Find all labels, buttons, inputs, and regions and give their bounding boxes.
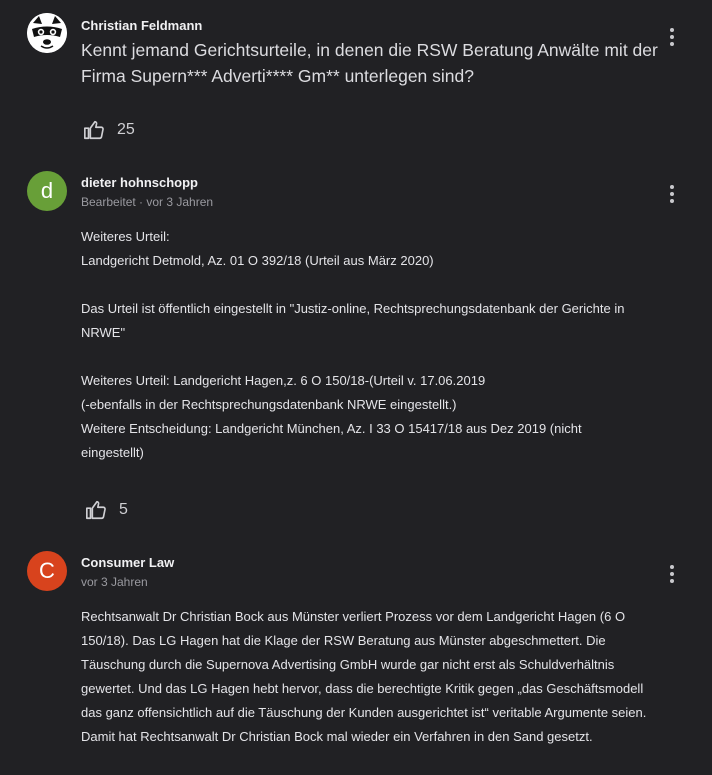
- raccoon-avatar-icon: [27, 13, 67, 53]
- avatar[interactable]: [27, 13, 67, 53]
- comment-line: Weiteres Urteil:: [81, 229, 170, 244]
- comment-line: (-ebenfalls in der Rechtsprechungsdatenb…: [81, 397, 457, 412]
- author-name[interactable]: Consumer Law: [81, 555, 174, 570]
- avatar[interactable]: C: [27, 551, 67, 591]
- like-button[interactable]: 25: [83, 119, 135, 141]
- like-count: 5: [119, 501, 128, 518]
- more-options-button[interactable]: [662, 562, 682, 586]
- comment-body: Rechtsanwalt Dr Christian Bock aus Münst…: [81, 609, 647, 744]
- thumbs-up-icon: [84, 120, 104, 140]
- avatar[interactable]: d: [27, 171, 67, 211]
- like-count: 25: [117, 121, 135, 138]
- more-options-button[interactable]: [662, 25, 682, 49]
- comment-line: Weiteres Urteil: Landgericht Hagen,z. 6 …: [81, 373, 486, 388]
- thumbs-up-icon: [86, 500, 106, 520]
- comment-text: Kennt jemand Gerichtsurteile, in denen d…: [81, 40, 658, 86]
- comment-line: Landgericht Detmold, Az. 01 O 392/18 (Ur…: [81, 253, 434, 268]
- avatar-letter: C: [39, 558, 55, 583]
- comment-body: Weiteres Urteil: Landgericht Detmold, Az…: [81, 225, 651, 465]
- avatar-letter: d: [40, 178, 54, 203]
- more-options-button[interactable]: [662, 182, 682, 206]
- like-button[interactable]: 5: [85, 499, 128, 521]
- author-name[interactable]: Christian Feldmann: [81, 18, 202, 33]
- comment-line: Das Urteil ist öffentlich eingestellt in…: [81, 301, 625, 340]
- comment-meta: Bearbeitet · vor 3 Jahren: [81, 195, 214, 209]
- comment-line: Weitere Entscheidung: Landgericht Münche…: [81, 421, 582, 460]
- author-name[interactable]: dieter hohnschopp: [81, 175, 198, 190]
- comment-meta: vor 3 Jahren: [81, 575, 148, 589]
